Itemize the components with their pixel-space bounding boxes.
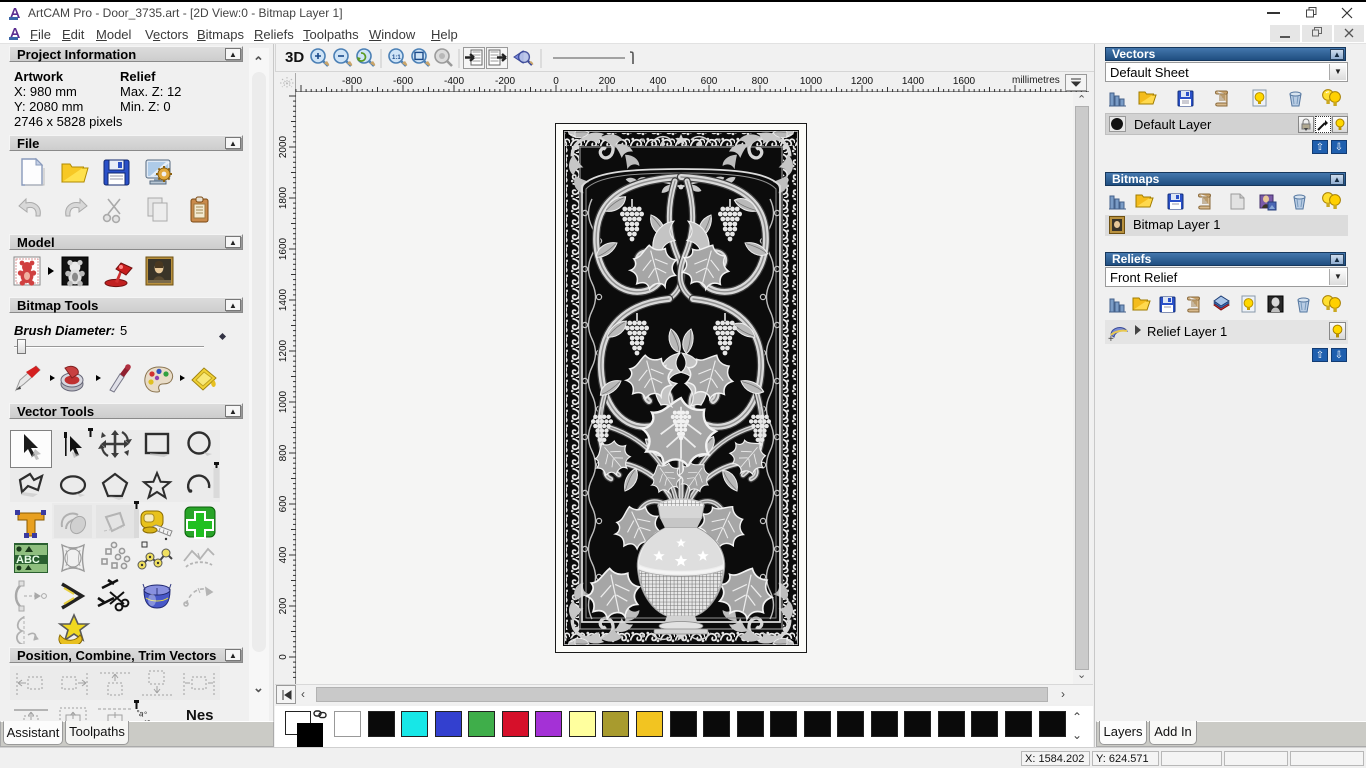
svg-text:-200: -200 [495,76,515,87]
svg-text:400: 400 [650,76,667,87]
svg-text:1200: 1200 [851,76,874,87]
svg-text:600: 600 [278,495,289,512]
svg-text:+: + [1108,334,1114,343]
svg-text:800: 800 [278,444,289,461]
svg-text:°a°: °a° [135,708,147,719]
svg-text:1200: 1200 [278,339,289,362]
svg-text:200: 200 [599,76,616,87]
svg-text:-400: -400 [444,76,464,87]
svg-text:1000: 1000 [278,390,289,413]
svg-text:1600: 1600 [278,237,289,260]
svg-text:1000: 1000 [800,76,823,87]
svg-text:-800: -800 [342,76,362,87]
svg-text:600: 600 [701,76,718,87]
svg-text:1800: 1800 [278,186,289,209]
svg-text:0: 0 [278,654,289,660]
svg-text:ABC: ABC [16,554,40,566]
svg-text:400: 400 [278,546,289,563]
svg-text:1400: 1400 [278,288,289,311]
svg-text:2000: 2000 [278,135,289,158]
svg-text:1400: 1400 [902,76,925,87]
svg-text:1600: 1600 [953,76,976,87]
svg-text:1:1: 1:1 [392,55,401,61]
svg-text:-600: -600 [393,76,413,87]
svg-text:0: 0 [553,76,559,87]
svg-text:200: 200 [278,597,289,614]
svg-text:800: 800 [752,76,769,87]
